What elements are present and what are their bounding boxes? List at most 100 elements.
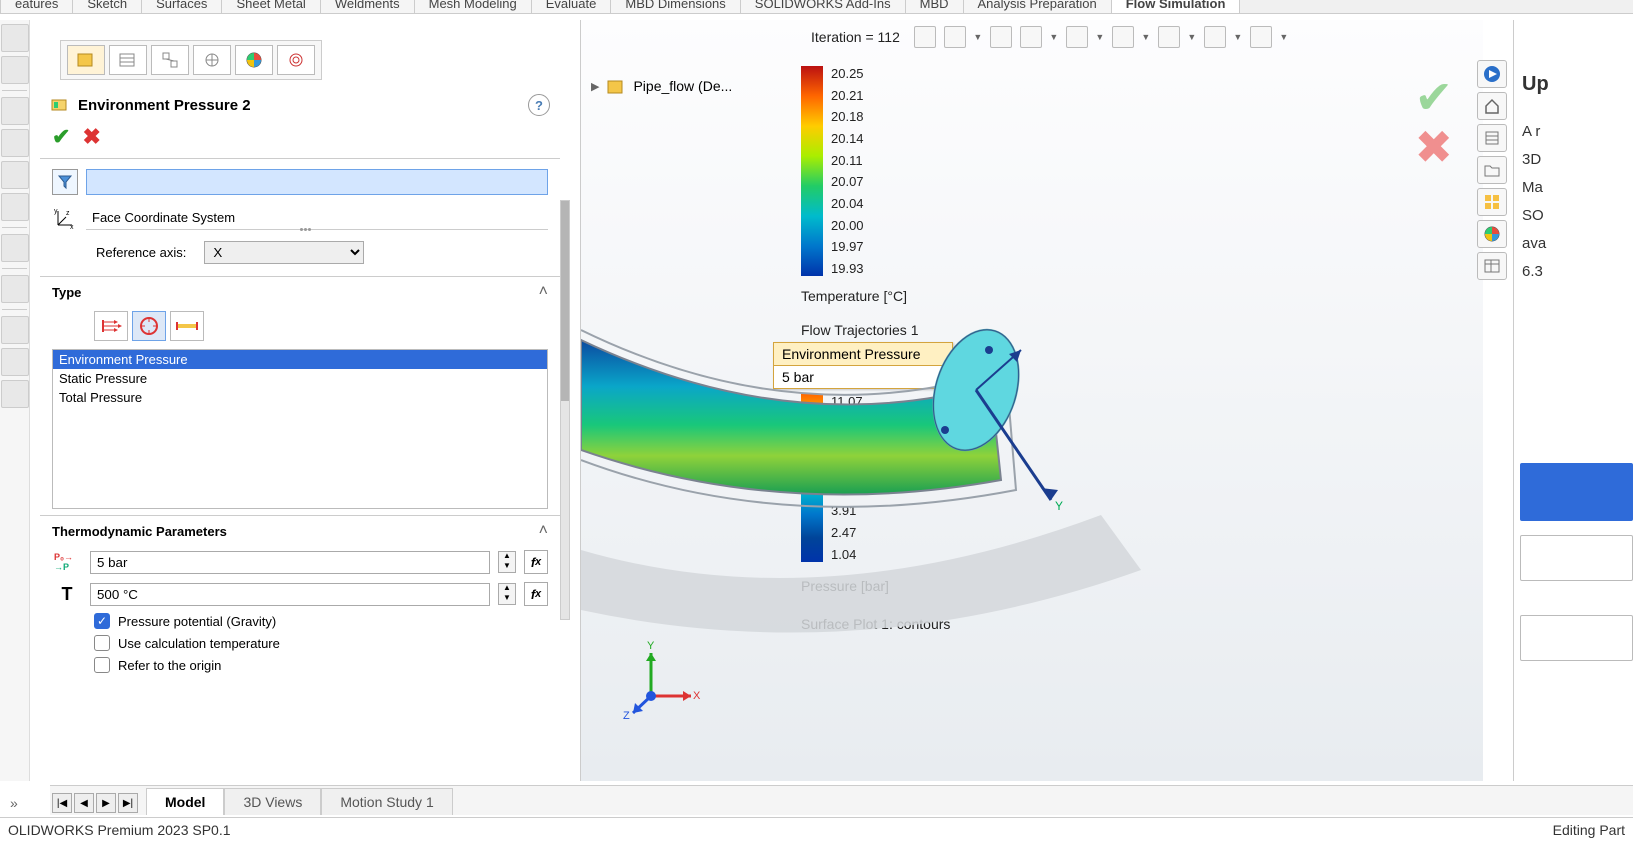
type-option-environment[interactable]: Environment Pressure bbox=[53, 350, 547, 369]
hide-show-icon[interactable] bbox=[1112, 26, 1134, 48]
feature-manager-icon[interactable] bbox=[67, 45, 105, 75]
chk-refer-origin[interactable] bbox=[94, 657, 110, 673]
view-palette-icon[interactable] bbox=[1477, 188, 1507, 216]
tab-solidworks-addins[interactable]: SOLIDWORKS Add-Ins bbox=[740, 0, 906, 13]
temperature-fx-button[interactable]: fx bbox=[524, 582, 548, 606]
graphics-viewport[interactable]: Iteration = 112 ▼ ▼ ▼ ▼ ▼ ▼ ▼ ▶ Pipe_flo… bbox=[580, 20, 1483, 781]
type-section-header[interactable]: Type ˄ bbox=[40, 276, 560, 307]
side-secondary-button[interactable] bbox=[1520, 615, 1633, 661]
tab-mbd-dimensions[interactable]: MBD Dimensions bbox=[610, 0, 740, 13]
left-tool-icon[interactable] bbox=[1, 161, 29, 189]
section-view-icon[interactable] bbox=[1066, 26, 1088, 48]
bottom-tab-motion-study[interactable]: Motion Study 1 bbox=[321, 788, 452, 815]
left-tool-icon[interactable] bbox=[1, 275, 29, 303]
apply-scene-icon[interactable] bbox=[1204, 26, 1226, 48]
chk-pressure-potential[interactable]: ✓ bbox=[94, 613, 110, 629]
coord-system-field[interactable]: Face Coordinate System bbox=[86, 206, 548, 230]
zoom-area-icon[interactable] bbox=[944, 26, 966, 48]
bottom-tab-3dviews[interactable]: 3D Views bbox=[224, 788, 321, 815]
type-icon-environment[interactable] bbox=[132, 311, 166, 341]
tab-nav-prev[interactable]: ◀ bbox=[74, 793, 94, 813]
dimxpert-manager-icon[interactable] bbox=[193, 45, 231, 75]
type-icon-total[interactable] bbox=[170, 311, 204, 341]
tab-analysis-preparation[interactable]: Analysis Preparation bbox=[963, 0, 1112, 13]
bottom-tab-model[interactable]: Model bbox=[146, 788, 224, 815]
tab-weldments[interactable]: Weldments bbox=[320, 0, 415, 13]
pressure-input[interactable] bbox=[90, 551, 490, 574]
cancel-button[interactable]: ✖ bbox=[82, 124, 100, 150]
tab-sheet-metal[interactable]: Sheet Metal bbox=[221, 0, 320, 13]
expand-icon[interactable]: ▶ bbox=[591, 80, 599, 93]
selection-filter-icon[interactable] bbox=[52, 169, 78, 195]
tab-nav-first[interactable]: |◀ bbox=[52, 793, 72, 813]
thermo-section-header[interactable]: Thermodynamic Parameters ˄ bbox=[40, 515, 560, 546]
display-style-icon[interactable] bbox=[1020, 26, 1042, 48]
chk-use-calc-temp[interactable] bbox=[94, 635, 110, 651]
panel-scrollbar[interactable] bbox=[560, 200, 570, 620]
ok-button[interactable]: ✔ bbox=[52, 124, 70, 150]
status-bar: OLIDWORKS Premium 2023 SP0.1 Editing Par… bbox=[0, 817, 1633, 841]
pm-header: Environment Pressure 2 ? bbox=[40, 90, 560, 120]
zoom-fit-icon[interactable] bbox=[914, 26, 936, 48]
left-tool-icon[interactable] bbox=[1, 234, 29, 262]
pressure-type-list[interactable]: Environment Pressure Static Pressure Tot… bbox=[52, 349, 548, 509]
left-tool-icon[interactable] bbox=[1, 129, 29, 157]
left-tool-icon[interactable] bbox=[1, 97, 29, 125]
tab-mesh-modeling[interactable]: Mesh Modeling bbox=[414, 0, 532, 13]
display-manager-icon[interactable] bbox=[235, 45, 273, 75]
temperature-input[interactable] bbox=[90, 583, 490, 606]
left-tool-icon[interactable] bbox=[1, 24, 29, 52]
orientation-triad[interactable]: X Y Z bbox=[621, 641, 701, 721]
side-secondary-button[interactable] bbox=[1520, 535, 1633, 581]
tab-nav-next[interactable]: ▶ bbox=[96, 793, 116, 813]
left-tool-icon[interactable] bbox=[1, 316, 29, 344]
iteration-label: Iteration = 112 bbox=[811, 29, 900, 45]
type-option-total[interactable]: Total Pressure bbox=[53, 388, 547, 407]
edit-appearance-icon[interactable] bbox=[1158, 26, 1180, 48]
tab-features[interactable]: eatures bbox=[0, 0, 73, 13]
flow-simulation-manager-icon[interactable] bbox=[277, 45, 315, 75]
tab-flow-simulation[interactable]: Flow Simulation bbox=[1111, 0, 1241, 13]
view-settings-icon[interactable] bbox=[1250, 26, 1272, 48]
property-manager: Environment Pressure 2 ? ✔ ✖ yxz Face Co… bbox=[40, 40, 560, 781]
left-tool-icon[interactable] bbox=[1, 193, 29, 221]
custom-properties-icon[interactable] bbox=[1477, 252, 1507, 280]
svg-text:z: z bbox=[66, 210, 70, 217]
left-tool-icon[interactable] bbox=[1, 380, 29, 408]
appearances-icon[interactable] bbox=[1477, 220, 1507, 248]
pressure-param-icon: P₀→→P bbox=[52, 550, 82, 574]
tree-item-label: Pipe_flow (De... bbox=[633, 78, 732, 94]
pressure-spinner[interactable]: ▲▼ bbox=[498, 551, 516, 573]
home-icon[interactable] bbox=[1477, 92, 1507, 120]
side-primary-button[interactable] bbox=[1520, 463, 1633, 521]
configuration-manager-icon[interactable] bbox=[151, 45, 189, 75]
reference-axis-select[interactable]: X bbox=[204, 241, 364, 264]
pressure-fx-button[interactable]: fx bbox=[524, 550, 548, 574]
help-icon[interactable]: ? bbox=[528, 94, 550, 116]
solidworks-resources-icon[interactable] bbox=[1477, 60, 1507, 88]
tab-evaluate[interactable]: Evaluate bbox=[531, 0, 612, 13]
resize-handle[interactable] bbox=[300, 228, 312, 234]
reject-result-icon[interactable]: ✖ bbox=[1414, 120, 1453, 174]
tab-surfaces[interactable]: Surfaces bbox=[141, 0, 222, 13]
design-library-icon[interactable] bbox=[1477, 124, 1507, 152]
svg-text:X: X bbox=[693, 690, 701, 702]
resources-side-panel: Up A r 3D Ma SO ava 6.3 bbox=[1513, 20, 1633, 781]
flyout-tree-root[interactable]: ▶ Pipe_flow (De... bbox=[591, 76, 732, 96]
property-manager-icon[interactable] bbox=[109, 45, 147, 75]
side-panel-heading: Up bbox=[1522, 70, 1625, 98]
type-option-static[interactable]: Static Pressure bbox=[53, 369, 547, 388]
view-orientation-icon[interactable] bbox=[990, 26, 1012, 48]
face-selection-box[interactable] bbox=[86, 169, 548, 195]
accept-result-icon[interactable]: ✔ bbox=[1414, 70, 1453, 124]
tab-mbd[interactable]: MBD bbox=[905, 0, 964, 13]
expand-panel-caret[interactable]: » bbox=[10, 795, 18, 811]
tab-sketch[interactable]: Sketch bbox=[72, 0, 142, 13]
svg-text:x: x bbox=[70, 224, 74, 229]
file-explorer-icon[interactable] bbox=[1477, 156, 1507, 184]
tab-nav-last[interactable]: ▶| bbox=[118, 793, 138, 813]
type-icon-static[interactable] bbox=[94, 311, 128, 341]
left-tool-icon[interactable] bbox=[1, 348, 29, 376]
temperature-spinner[interactable]: ▲▼ bbox=[498, 583, 516, 605]
left-tool-icon[interactable] bbox=[1, 56, 29, 84]
